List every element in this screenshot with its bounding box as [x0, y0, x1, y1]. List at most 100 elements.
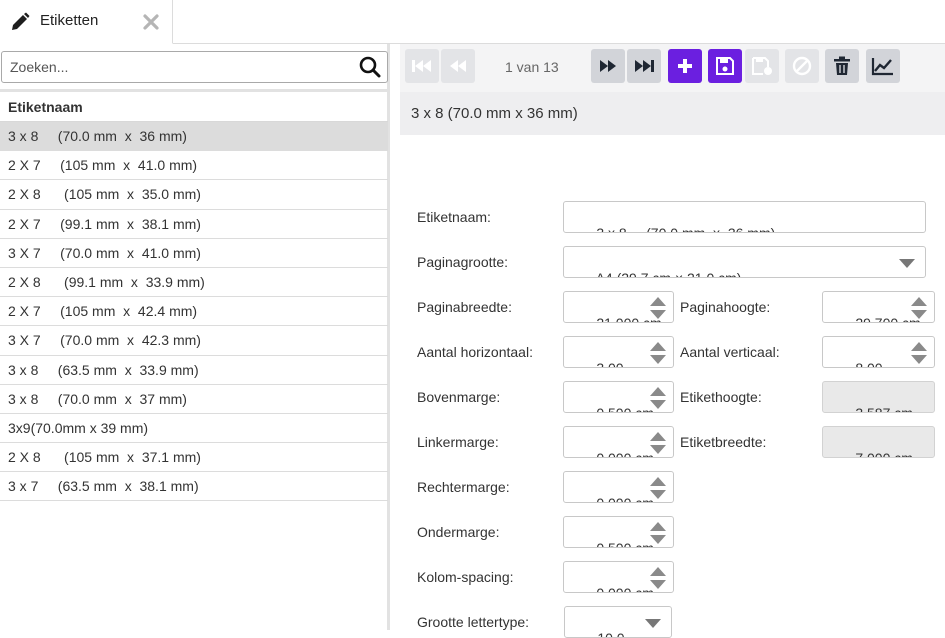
plus-icon [678, 59, 692, 73]
search-box [1, 51, 388, 83]
spinner-icon[interactable] [649, 295, 667, 321]
paginagrootte-value: A4 (29,7 cm × 21,0 cm) [595, 270, 742, 278]
etiketbreedte-value: 7,000 cm [855, 450, 913, 458]
save-new-button[interactable] [745, 49, 779, 83]
last-button[interactable] [627, 49, 661, 83]
list-item[interactable]: 2 X 8 (105 mm x 37.1 mm) [0, 443, 388, 473]
grootte-lettertype-label: Grootte lettertype: [417, 614, 530, 630]
paginagrootte-select[interactable]: A4 (29,7 cm × 21,0 cm) [563, 246, 926, 278]
bovenmarge-label: Bovenmarge: [417, 389, 501, 405]
etikethoogte-field: 3,587 cm [822, 381, 935, 413]
close-icon[interactable] [142, 13, 160, 31]
list-item[interactable]: 3x9(70.0mm x 39 mm) [0, 414, 388, 444]
detail-panel: 1 van 13 3 x 8 (70.0 mm x 36 mm) Etiketn… [400, 44, 945, 638]
search-input[interactable] [2, 52, 342, 82]
save-disabled-icon [752, 57, 772, 75]
list-item[interactable]: 3 x 8 (63.5 mm x 33.9 mm) [0, 356, 388, 385]
column-header-etiketnaam[interactable]: Etiketnaam [0, 92, 388, 122]
aantal-verticaal-value: 8,00 [855, 360, 883, 368]
first-button[interactable] [405, 49, 439, 83]
previous-button[interactable] [441, 49, 475, 83]
etiketbreedte-label: Etiketbreedte: [680, 434, 767, 450]
spinner-icon[interactable] [649, 430, 667, 456]
list-item[interactable]: 3 x 8 (70.0 mm x 37 mm) [0, 385, 388, 414]
spinner-icon[interactable] [649, 340, 667, 366]
dropdown-caret-icon [899, 259, 915, 268]
list-item[interactable]: 2 X 8 (105 mm x 35.0 mm) [0, 180, 388, 210]
spinner-icon[interactable] [649, 385, 667, 411]
paginagrootte-label: Paginagrootte: [417, 254, 509, 270]
aantal-verticaal-input[interactable]: 8,00 [822, 336, 935, 368]
last-icon [635, 60, 654, 72]
ondermarge-value: 0,500 cm [596, 540, 654, 548]
chart-icon [871, 58, 893, 76]
linkermarge-input[interactable]: 0,000 cm [563, 426, 674, 458]
add-button[interactable] [668, 49, 702, 83]
search-icon[interactable] [359, 56, 381, 78]
trash-icon [834, 56, 850, 75]
kolom-spacing-input[interactable]: 0,000 cm [563, 561, 674, 593]
list-item[interactable]: 2 X 7 (105 mm x 41.0 mm) [0, 151, 388, 181]
list-item[interactable]: 3 x 8 (70.0 mm x 36 mm) [0, 122, 388, 152]
rechtermarge-input[interactable]: 0,000 cm [563, 471, 674, 503]
etiketnaam-value: 3 x 8 (70.0 mm x 36 mm) [596, 225, 776, 233]
save-icon [716, 57, 734, 75]
first-icon [412, 60, 431, 72]
etikethoogte-label: Etikethoogte: [680, 389, 762, 405]
etiketbreedte-field: 7,000 cm [822, 426, 935, 458]
spinner-icon[interactable] [910, 340, 928, 366]
list-item[interactable]: 3 X 7 (70.0 mm x 42.3 mm) [0, 326, 388, 356]
previous-icon [450, 60, 466, 72]
list-item[interactable]: 2 X 7 (99.1 mm x 38.1 mm) [0, 210, 388, 239]
label-list-panel: Etiketnaam 3 x 8 (70.0 mm x 36 mm) 2 X 7… [0, 44, 390, 630]
bovenmarge-input[interactable]: 0,500 cm [563, 381, 674, 413]
etiketnaam-input[interactable]: 3 x 8 (70.0 mm x 36 mm) [563, 201, 926, 233]
pager-text: 1 van 13 [505, 59, 559, 75]
paginabreedte-input[interactable]: 21,000 cm [563, 291, 674, 323]
tab-label: Etiketten [40, 12, 99, 29]
label-list: 3 x 8 (70.0 mm x 36 mm) 2 X 7 (105 mm x … [0, 122, 388, 502]
rechtermarge-value: 0,000 cm [596, 495, 654, 503]
list-item[interactable]: 3 X 7 (70.0 mm x 41.0 mm) [0, 239, 388, 268]
ondermarge-label: Ondermarge: [417, 524, 500, 540]
aantal-horizontaal-input[interactable]: 3,00 [563, 336, 674, 368]
toolbar: 1 van 13 [400, 44, 945, 92]
paginabreedte-label: Paginabreedte: [417, 299, 512, 315]
list-item[interactable]: 2 X 8 (99.1 mm x 33.9 mm) [0, 268, 388, 298]
bovenmarge-value: 0,500 cm [596, 405, 654, 413]
paginahoogte-input[interactable]: 29,700 cm [822, 291, 935, 323]
next-icon [600, 60, 616, 72]
delete-button[interactable] [825, 49, 859, 83]
aantal-horizontaal-value: 3,00 [596, 360, 624, 368]
kolom-spacing-label: Kolom-spacing: [417, 569, 514, 585]
spinner-icon[interactable] [649, 475, 667, 501]
rechtermarge-label: Rechtermarge: [417, 479, 510, 495]
etiketnaam-label: Etiketnaam: [417, 209, 491, 225]
grootte-lettertype-select[interactable]: 10.0 [564, 606, 672, 638]
list-item[interactable]: 3 x 7 (63.5 mm x 38.1 mm) [0, 472, 388, 502]
save-button[interactable] [708, 49, 742, 83]
cancel-button[interactable] [785, 49, 819, 83]
spinner-icon[interactable] [649, 565, 667, 591]
ondermarge-input[interactable]: 0,500 cm [563, 516, 674, 548]
aantal-verticaal-label: Aantal verticaal: [680, 344, 780, 360]
spinner-icon[interactable] [910, 295, 928, 321]
list-item[interactable]: 2 X 7 (105 mm x 42.4 mm) [0, 297, 388, 327]
statistics-button[interactable] [866, 49, 900, 83]
detail-form: Etiketnaam: 3 x 8 (70.0 mm x 36 mm) Pagi… [400, 135, 945, 638]
paginahoogte-label: Paginahoogte: [680, 299, 771, 315]
etikethoogte-value: 3,587 cm [855, 405, 913, 413]
pencil-icon [12, 12, 30, 30]
tab-etiketten[interactable]: Etiketten [0, 0, 173, 44]
linkermarge-label: Linkermarge: [417, 434, 499, 450]
detail-title: 3 x 8 (70.0 mm x 36 mm) [400, 92, 945, 135]
cancel-icon [792, 56, 812, 76]
dropdown-caret-icon [645, 619, 661, 628]
aantal-horizontaal-label: Aantal horizontaal: [417, 344, 533, 360]
kolom-spacing-value: 0,000 cm [596, 585, 654, 593]
next-button[interactable] [591, 49, 625, 83]
tab-bar: Etiketten [0, 0, 945, 44]
grootte-lettertype-value: 10.0 [597, 630, 625, 638]
spinner-icon[interactable] [649, 520, 667, 546]
linkermarge-value: 0,000 cm [596, 450, 654, 458]
